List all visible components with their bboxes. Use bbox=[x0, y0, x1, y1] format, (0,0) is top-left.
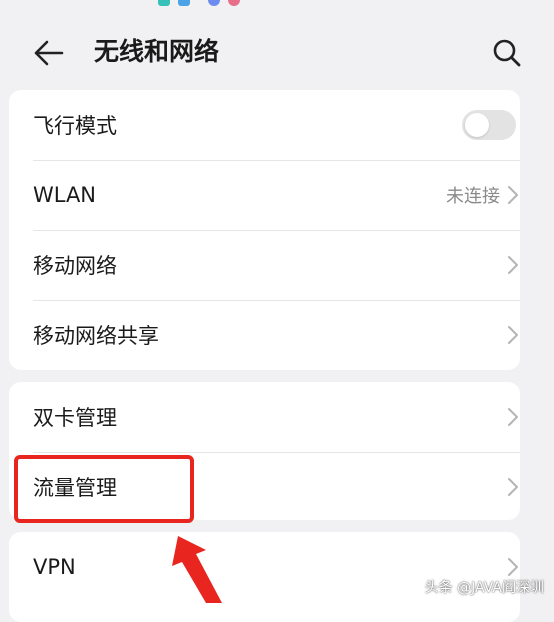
mobile-network-row[interactable]: 移动网络 bbox=[9, 230, 520, 300]
airplane-mode-row[interactable]: 飞行模式 bbox=[9, 90, 520, 160]
watermark: 头条 @JAVA阎深圳 bbox=[424, 580, 544, 596]
mobile-hotspot-label: 移动网络共享 bbox=[33, 324, 159, 348]
chevron-right-icon bbox=[508, 256, 518, 274]
status-icon bbox=[158, 0, 170, 6]
wlan-label: WLAN bbox=[33, 183, 97, 207]
chevron-right-icon bbox=[508, 186, 518, 204]
mobile-hotspot-row[interactable]: 移动网络共享 bbox=[9, 300, 520, 370]
chevron-right-icon bbox=[508, 326, 518, 344]
arrow-left-icon bbox=[34, 40, 64, 66]
wlan-status: 未连接 bbox=[446, 186, 500, 207]
red-arrow-icon bbox=[172, 536, 222, 603]
toggle-knob bbox=[465, 113, 489, 137]
wlan-row[interactable]: WLAN 未连接 bbox=[9, 160, 520, 230]
app-header: 无线和网络 bbox=[0, 18, 554, 86]
highlight-box bbox=[14, 455, 194, 523]
status-icon bbox=[208, 0, 220, 6]
back-button[interactable] bbox=[30, 34, 68, 72]
status-icon bbox=[228, 0, 240, 6]
status-icon bbox=[178, 0, 190, 6]
page-title: 无线和网络 bbox=[94, 37, 220, 66]
vpn-label: VPN bbox=[33, 555, 76, 579]
mobile-network-label: 移动网络 bbox=[33, 254, 117, 278]
chevron-right-icon bbox=[508, 408, 518, 426]
dual-sim-label: 双卡管理 bbox=[33, 406, 117, 430]
status-bar bbox=[0, 0, 554, 12]
search-button[interactable] bbox=[488, 34, 526, 72]
chevron-right-icon bbox=[508, 558, 518, 576]
airplane-mode-toggle[interactable] bbox=[462, 110, 516, 140]
chevron-right-icon bbox=[508, 478, 518, 496]
airplane-mode-label: 飞行模式 bbox=[33, 114, 117, 138]
dual-sim-row[interactable]: 双卡管理 bbox=[9, 382, 520, 452]
search-icon bbox=[493, 39, 521, 67]
settings-group-network: 飞行模式 WLAN 未连接 移动网络 移动网络共享 bbox=[9, 90, 520, 370]
